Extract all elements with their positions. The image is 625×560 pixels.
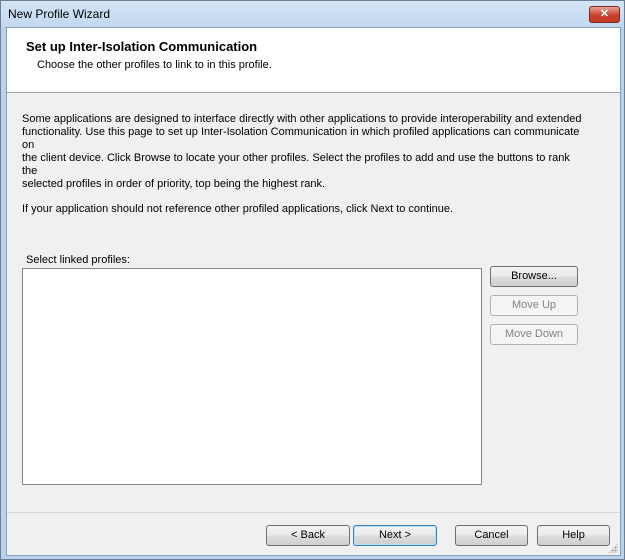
- close-icon[interactable]: ✕: [589, 6, 620, 23]
- wizard-client-area: Set up Inter-Isolation Communication Cho…: [6, 27, 621, 556]
- cancel-button[interactable]: Cancel: [455, 525, 528, 546]
- title-bar[interactable]: New Profile Wizard ✕: [1, 1, 624, 27]
- next-button[interactable]: Next >: [353, 525, 437, 546]
- linked-profiles-label: Select linked profiles:: [26, 254, 130, 266]
- hint-text: If your application should not reference…: [22, 203, 454, 215]
- move-up-button[interactable]: Move Up: [490, 295, 578, 316]
- wizard-window: New Profile Wizard ✕ Set up Inter-Isolat…: [0, 0, 625, 560]
- footer-divider: [7, 512, 620, 513]
- description-line: the client device. Click Browse to locat…: [22, 152, 570, 177]
- help-button[interactable]: Help: [537, 525, 610, 546]
- page-title: Set up Inter-Isolation Communication: [26, 39, 258, 54]
- move-down-button[interactable]: Move Down: [490, 324, 578, 345]
- wizard-header: Set up Inter-Isolation Communication Cho…: [7, 28, 620, 93]
- description-line: functionality. Use this page to set up I…: [22, 126, 580, 151]
- window-title: New Profile Wizard: [8, 7, 111, 21]
- description-text: Some applications are designed to interf…: [22, 113, 582, 191]
- description-line: selected profiles in order of priority, …: [22, 178, 326, 190]
- description-line: Some applications are designed to interf…: [22, 113, 582, 125]
- back-button[interactable]: < Back: [266, 525, 350, 546]
- page-subtitle: Choose the other profiles to link to in …: [37, 59, 272, 71]
- linked-profiles-list[interactable]: [22, 268, 482, 485]
- browse-button[interactable]: Browse...: [490, 266, 578, 287]
